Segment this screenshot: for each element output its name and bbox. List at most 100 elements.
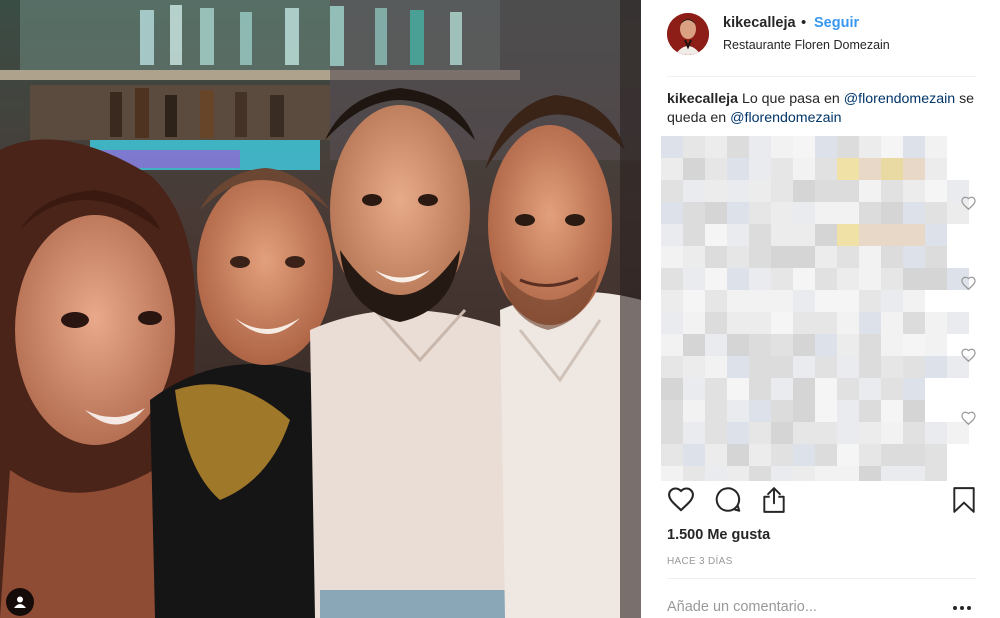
- blur-cell: [881, 136, 903, 158]
- heart-outline-icon[interactable]: [961, 196, 976, 211]
- blur-cell: [793, 268, 815, 290]
- follow-button[interactable]: Seguir: [814, 15, 859, 31]
- blurred-comments: [661, 136, 976, 481]
- blur-cell: [903, 356, 925, 378]
- blur-cell: [859, 334, 881, 356]
- blur-cell: [881, 202, 903, 224]
- blur-cell: [749, 356, 771, 378]
- blur-cell: [837, 136, 859, 158]
- blur-cell: [837, 422, 859, 444]
- blur-cell: [925, 202, 947, 224]
- blur-cell: [683, 268, 705, 290]
- blur-cell: [705, 378, 727, 400]
- blur-cell: [771, 158, 793, 180]
- blur-cell: [925, 224, 947, 246]
- blur-cell: [771, 422, 793, 444]
- blur-cell: [837, 400, 859, 422]
- blur-cell: [815, 378, 837, 400]
- blur-cell: [881, 268, 903, 290]
- heart-outline-icon[interactable]: [961, 348, 976, 363]
- blur-cell: [859, 268, 881, 290]
- blur-cell: [859, 136, 881, 158]
- comment-bubble-icon[interactable]: [714, 486, 742, 518]
- blur-cell: [903, 158, 925, 180]
- blur-cell: [859, 466, 881, 481]
- blur-cell: [881, 334, 903, 356]
- caption-mention-2[interactable]: @florendomezain: [730, 110, 841, 126]
- blur-cell: [881, 312, 903, 334]
- blur-cell: [727, 290, 749, 312]
- blur-cell: [793, 334, 815, 356]
- blur-cell: [837, 268, 859, 290]
- blur-cell: [705, 180, 727, 202]
- comment-input[interactable]: [667, 596, 927, 618]
- blur-cell: [925, 136, 947, 158]
- blur-cell: [727, 356, 749, 378]
- avatar[interactable]: [667, 13, 709, 55]
- comment-divider: [667, 578, 976, 579]
- blur-cell: [683, 224, 705, 246]
- caption-mention-1[interactable]: @florendomezain: [844, 91, 955, 107]
- blur-cell: [749, 158, 771, 180]
- bookmark-icon[interactable]: [952, 486, 976, 519]
- blur-cell: [815, 444, 837, 466]
- blur-cell: [749, 246, 771, 268]
- post-timestamp[interactable]: HACE 3 DÍAS: [667, 556, 733, 567]
- blur-cell: [815, 312, 837, 334]
- blur-cell: [925, 356, 947, 378]
- blur-cell: [881, 246, 903, 268]
- share-icon[interactable]: [761, 486, 787, 519]
- blur-cell: [881, 444, 903, 466]
- action-bar: [641, 482, 1000, 522]
- blur-cell: [683, 422, 705, 444]
- blur-cell: [771, 334, 793, 356]
- post-photo[interactable]: [0, 0, 641, 618]
- blur-cell: [793, 224, 815, 246]
- blur-cell: [837, 246, 859, 268]
- like-count[interactable]: 1.500 Me gusta: [667, 527, 770, 543]
- user-tag-icon[interactable]: [6, 588, 34, 616]
- blur-cell: [881, 180, 903, 202]
- blur-cell: [837, 180, 859, 202]
- blur-cell: [661, 400, 683, 422]
- blur-cell: [771, 268, 793, 290]
- heart-icon[interactable]: [667, 486, 695, 517]
- blur-cell: [705, 356, 727, 378]
- blur-cell: [771, 466, 793, 481]
- blur-cell: [749, 202, 771, 224]
- blur-cell: [815, 400, 837, 422]
- blur-cell: [859, 400, 881, 422]
- blur-cell: [771, 246, 793, 268]
- blur-cell: [727, 202, 749, 224]
- blur-cell: [661, 268, 683, 290]
- blur-cell: [925, 422, 947, 444]
- blur-cell: [771, 444, 793, 466]
- heart-outline-icon[interactable]: [961, 276, 976, 291]
- blur-cell: [793, 422, 815, 444]
- blur-cell: [661, 378, 683, 400]
- post-username[interactable]: kikecalleja: [723, 15, 796, 31]
- blur-cell: [881, 466, 903, 481]
- blur-cell: [705, 334, 727, 356]
- more-options-icon[interactable]: [952, 598, 972, 616]
- caption-username[interactable]: kikecalleja: [667, 91, 738, 107]
- blur-cell: [749, 466, 771, 481]
- blur-cell: [661, 466, 683, 481]
- group-selfie-image: [0, 0, 641, 618]
- blur-cell: [705, 136, 727, 158]
- blur-cell: [683, 356, 705, 378]
- blur-cell: [881, 158, 903, 180]
- blur-cell: [793, 136, 815, 158]
- heart-outline-icon[interactable]: [961, 411, 976, 426]
- blur-cell: [727, 136, 749, 158]
- blur-cell: [661, 158, 683, 180]
- blur-cell: [881, 422, 903, 444]
- blur-cell: [771, 290, 793, 312]
- blur-cell: [793, 290, 815, 312]
- blur-cell: [705, 246, 727, 268]
- post-sidebar: kikecalleja • Seguir Restaurante Floren …: [641, 0, 1000, 618]
- blur-cell: [727, 312, 749, 334]
- location-link[interactable]: Restaurante Floren Domezain: [723, 38, 890, 52]
- blur-cell: [705, 422, 727, 444]
- blur-cell: [771, 378, 793, 400]
